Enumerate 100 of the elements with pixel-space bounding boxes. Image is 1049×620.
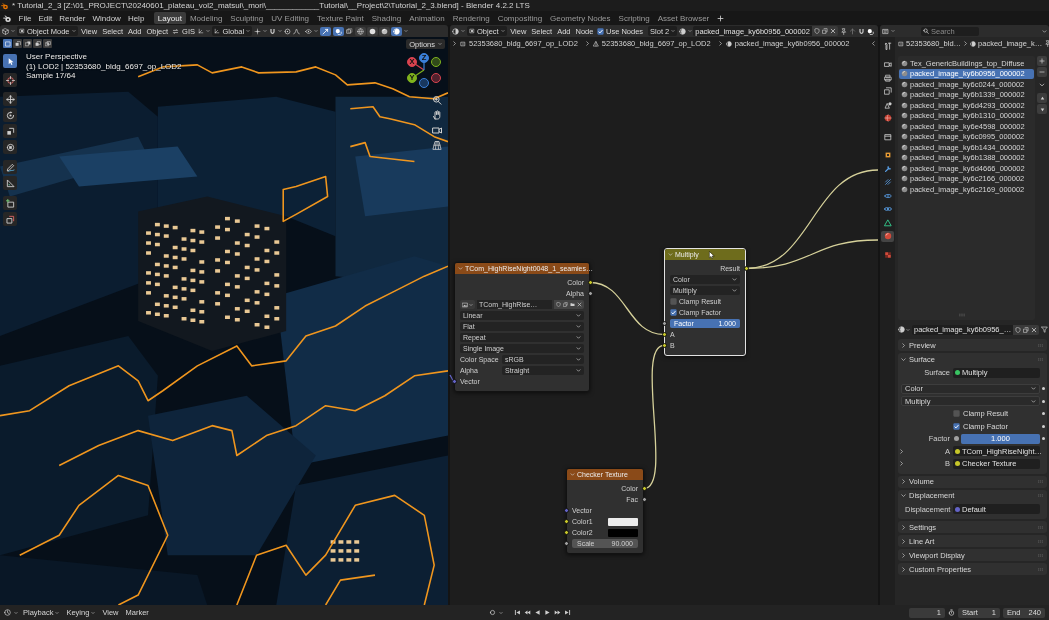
- workspace-tab[interactable]: Shading: [367, 12, 406, 24]
- tool-button[interactable]: [3, 160, 17, 174]
- properties-tab[interactable]: [881, 230, 894, 242]
- zoom-icon[interactable]: [432, 95, 442, 105]
- properties-tab[interactable]: [881, 72, 894, 83]
- pin-icon[interactable]: [839, 27, 847, 35]
- keyframe-dot-icon[interactable]: [1042, 387, 1045, 390]
- move-down-button[interactable]: [1037, 104, 1047, 114]
- cube-icon[interactable]: [2, 27, 9, 35]
- menu-item[interactable]: Window: [88, 13, 125, 23]
- close-icon[interactable]: [1031, 326, 1038, 333]
- tool-button[interactable]: [3, 73, 17, 87]
- properties-tab[interactable]: [881, 217, 894, 228]
- previous-keyframe-icon[interactable]: [523, 609, 531, 616]
- keyframe-dot-icon[interactable]: [1042, 437, 1045, 440]
- overlay-circles-icon[interactable]: [866, 27, 874, 35]
- color-swatch[interactable]: [608, 517, 638, 526]
- falloff-curve-icon[interactable]: [293, 27, 301, 35]
- move-up-button[interactable]: [1037, 93, 1047, 103]
- eye-icon[interactable]: [305, 27, 313, 35]
- shield-icon[interactable]: [813, 28, 820, 34]
- crosshair-icon[interactable]: [254, 27, 262, 35]
- menu-item[interactable]: Help: [124, 13, 148, 23]
- menu-item[interactable]: Edit: [34, 13, 56, 23]
- jump-end-icon[interactable]: [563, 609, 571, 616]
- menu-item[interactable]: File: [15, 13, 35, 23]
- shield-icon[interactable]: [1015, 326, 1022, 333]
- chevron-icon[interactable]: [899, 461, 904, 466]
- axes-icon[interactable]: [198, 28, 205, 34]
- camera-icon[interactable]: [432, 125, 442, 135]
- overlay-toggle-button[interactable]: [333, 26, 345, 36]
- folder-icon[interactable]: [570, 302, 575, 307]
- tool-button[interactable]: [3, 54, 17, 68]
- selection-mode-button[interactable]: [23, 39, 32, 48]
- tool-button[interactable]: [3, 124, 17, 138]
- keyframe-dot-icon[interactable]: [1042, 424, 1045, 428]
- workspace-tab[interactable]: UV Editing: [267, 12, 314, 24]
- close-icon[interactable]: [577, 302, 582, 307]
- clock-icon[interactable]: [4, 609, 11, 616]
- tool-button[interactable]: [3, 196, 17, 210]
- checkbox[interactable]: [670, 298, 677, 305]
- checkbox[interactable]: [953, 422, 960, 430]
- hand-icon[interactable]: [432, 110, 442, 120]
- play-icon[interactable]: [543, 609, 551, 616]
- perspective-grid-icon[interactable]: [432, 140, 442, 150]
- shield-icon[interactable]: [556, 302, 561, 307]
- list-panel-icon[interactable]: [882, 27, 889, 35]
- menu-item[interactable]: Render: [55, 13, 89, 23]
- workspace-tab[interactable]: Texture Paint: [313, 12, 368, 24]
- pin-icon[interactable]: [1044, 40, 1049, 47]
- plus-icon[interactable]: [717, 14, 725, 22]
- shading-mode-button[interactable]: [355, 26, 367, 36]
- workspace-tab[interactable]: Rendering: [448, 12, 494, 24]
- keyframe-dot-icon[interactable]: [1042, 412, 1045, 415]
- checkbox[interactable]: [596, 27, 604, 35]
- close-icon[interactable]: [829, 28, 836, 34]
- play-reverse-icon[interactable]: [533, 609, 541, 616]
- chevron-icon[interactable]: [899, 448, 904, 454]
- funnel-icon[interactable]: [1041, 326, 1049, 333]
- drag-grip-icon[interactable]: [958, 311, 966, 319]
- caret-icon[interactable]: [1042, 28, 1047, 34]
- workspace-tab[interactable]: Compositing: [493, 12, 547, 24]
- copy-icon[interactable]: [821, 28, 828, 34]
- socket-icon[interactable]: [743, 266, 749, 271]
- image-browse-button[interactable]: [460, 300, 475, 309]
- remove-slot-button[interactable]: [1037, 67, 1047, 77]
- workspace-tab[interactable]: Layout: [153, 12, 186, 24]
- half-sphere-icon[interactable]: [452, 27, 459, 35]
- keyframe-dot-icon[interactable]: [1042, 399, 1045, 403]
- selection-mode-button[interactable]: [43, 39, 52, 48]
- workspace-tab[interactable]: Asset Browser: [653, 12, 714, 24]
- tool-button[interactable]: [3, 140, 17, 154]
- next-keyframe-icon[interactable]: [553, 609, 561, 616]
- tool-button[interactable]: [3, 176, 17, 190]
- color-swatch[interactable]: [608, 528, 638, 537]
- selection-mode-button[interactable]: [3, 39, 12, 48]
- chevron-icon[interactable]: [452, 41, 457, 46]
- material-sphere-icon[interactable]: [679, 27, 687, 35]
- caret-icon[interactable]: [1039, 82, 1045, 88]
- copy-icon[interactable]: [563, 302, 568, 307]
- checkbox[interactable]: [670, 309, 677, 316]
- shading-mode-button[interactable]: [379, 26, 391, 36]
- tool-button[interactable]: [3, 92, 17, 106]
- jump-start-icon[interactable]: [513, 609, 521, 616]
- workspace-tab[interactable]: Animation: [405, 12, 449, 24]
- properties-tab[interactable]: [881, 112, 894, 124]
- magnet-icon[interactable]: [269, 27, 277, 35]
- tool-button[interactable]: [3, 108, 17, 122]
- workspace-tab[interactable]: Modeling: [185, 12, 227, 24]
- checkbox[interactable]: [953, 410, 960, 417]
- toggle-arrows-icon[interactable]: [171, 27, 179, 35]
- overlapping-squares-icon[interactable]: [346, 27, 354, 35]
- add-slot-button[interactable]: [1037, 56, 1047, 66]
- workspace-tab[interactable]: Geometry Nodes: [546, 12, 615, 24]
- copy-icon[interactable]: [1023, 326, 1030, 333]
- workspace-tab[interactable]: Sculpting: [226, 12, 268, 24]
- material-browse-button[interactable]: [898, 326, 910, 333]
- stopwatch-icon[interactable]: [948, 609, 955, 616]
- chevron-icon[interactable]: [871, 41, 876, 46]
- target-circle-icon[interactable]: [284, 27, 292, 35]
